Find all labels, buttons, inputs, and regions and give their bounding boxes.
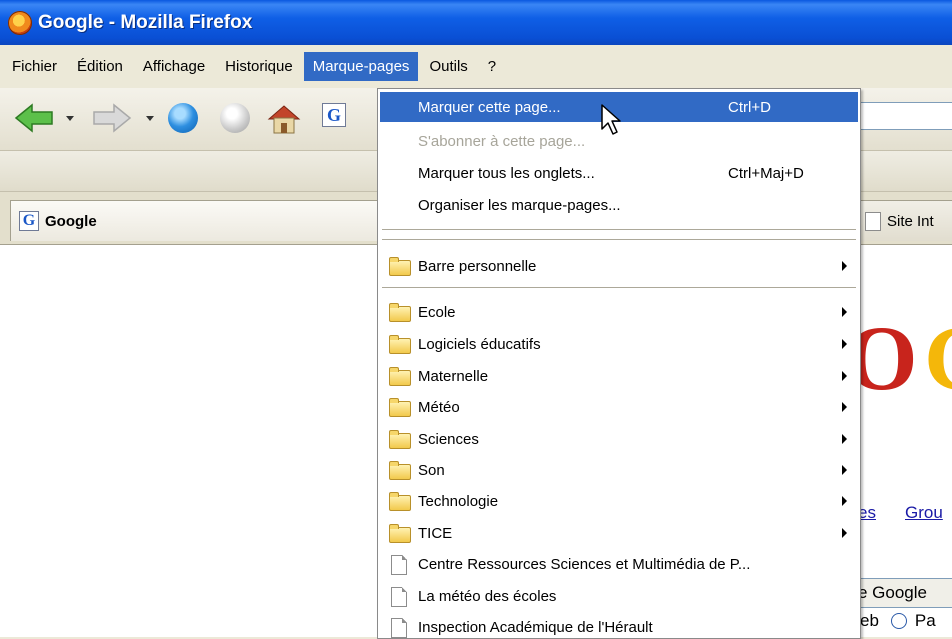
menu-item-organize[interactable]: Organiser les marque-pages... <box>380 190 858 220</box>
page-icon <box>865 211 881 231</box>
menu-bar: Fichier Édition Affichage Historique Mar… <box>0 45 952 88</box>
title-bar: Google - Mozilla Firefox <box>0 0 952 45</box>
menu-bookmark[interactable]: La météo des écoles <box>380 581 858 611</box>
menu-affichage[interactable]: Affichage <box>134 52 214 81</box>
bookmarks-menu: Marquer cette page... Ctrl+D S'abonner à… <box>377 88 861 639</box>
menu-folder-tice[interactable]: TICE <box>380 518 858 548</box>
submenu-arrow-icon <box>842 402 847 412</box>
google-search-button[interactable]: e Google <box>855 578 952 608</box>
folder-icon <box>389 335 411 354</box>
folder-icon <box>389 430 411 449</box>
menu-separator <box>382 229 856 230</box>
page-icon <box>391 555 407 575</box>
menu-edition[interactable]: Édition <box>68 52 132 81</box>
folder-icon <box>389 524 411 543</box>
google-logo-fragment: G <box>924 305 952 411</box>
google-tab-icon: G <box>19 211 39 231</box>
submenu-arrow-icon <box>842 465 847 475</box>
submenu-arrow-icon <box>842 434 847 444</box>
radio-label: eb <box>860 611 879 630</box>
google-favicon: G <box>322 103 346 127</box>
folder-icon <box>389 367 411 386</box>
back-dropdown-icon[interactable] <box>66 116 74 121</box>
tab-label: Google <box>45 212 97 230</box>
radio-label: Pa <box>914 611 936 630</box>
menu-folder-toolbar[interactable]: Barre personnelle <box>380 251 858 281</box>
menu-folder-logiciels[interactable]: Logiciels éducatifs <box>380 329 858 359</box>
tab-google[interactable]: G Google <box>10 200 412 241</box>
menu-item-bookmark-all-tabs[interactable]: Marquer tous les onglets... Ctrl+Maj+D <box>380 158 858 188</box>
mouse-cursor-icon <box>601 104 621 135</box>
search-scope-radios: eb Pa <box>860 611 936 631</box>
stop-icon[interactable] <box>220 103 250 133</box>
folder-icon <box>389 257 411 276</box>
menu-fichier[interactable]: Fichier <box>3 52 66 81</box>
window-title: Google - Mozilla Firefox <box>38 11 253 33</box>
url-bar[interactable] <box>850 102 952 130</box>
submenu-arrow-icon <box>842 261 847 271</box>
forward-dropdown-icon[interactable] <box>146 116 154 121</box>
radio-button[interactable] <box>890 613 907 629</box>
menu-folder-son[interactable]: Son <box>380 455 858 485</box>
folder-icon <box>389 461 411 480</box>
page-icon <box>391 618 407 638</box>
menu-folder-maternelle[interactable]: Maternelle <box>380 361 858 391</box>
menu-folder-technologie[interactable]: Technologie <box>380 486 858 516</box>
menu-bookmark[interactable]: Centre Ressources Sciences et Multimédia… <box>380 549 858 579</box>
folder-icon <box>389 303 411 322</box>
menu-separator <box>382 239 856 240</box>
menu-historique[interactable]: Historique <box>216 52 302 81</box>
menu-folder-sciences[interactable]: Sciences <box>380 424 858 454</box>
submenu-arrow-icon <box>842 339 847 349</box>
menu-separator <box>382 287 856 288</box>
menu-folder-ecole[interactable]: Ecole <box>380 297 858 327</box>
menu-marque-pages[interactable]: Marque-pages <box>303 52 419 81</box>
menu-outils[interactable]: Outils <box>420 52 476 81</box>
folder-icon <box>389 492 411 511</box>
firefox-icon <box>8 10 32 35</box>
forward-arrow-icon[interactable] <box>92 103 132 133</box>
home-icon[interactable] <box>266 103 302 135</box>
folder-icon <box>389 398 411 417</box>
tab-label: Site Int <box>887 212 934 230</box>
menu-help[interactable]: ? <box>479 52 505 81</box>
back-arrow-icon[interactable] <box>14 103 54 133</box>
submenu-arrow-icon <box>842 371 847 381</box>
reload-icon[interactable] <box>168 103 198 133</box>
menu-bookmark[interactable]: Inspection Académique de l'Hérault <box>380 612 858 638</box>
page-icon <box>391 587 407 607</box>
menu-folder-meteo[interactable]: Météo <box>380 392 858 422</box>
submenu-arrow-icon <box>842 528 847 538</box>
google-link[interactable]: Grou <box>905 503 943 523</box>
submenu-arrow-icon <box>842 307 847 317</box>
tab-site[interactable]: Site Int <box>856 200 952 241</box>
submenu-arrow-icon <box>842 496 847 506</box>
